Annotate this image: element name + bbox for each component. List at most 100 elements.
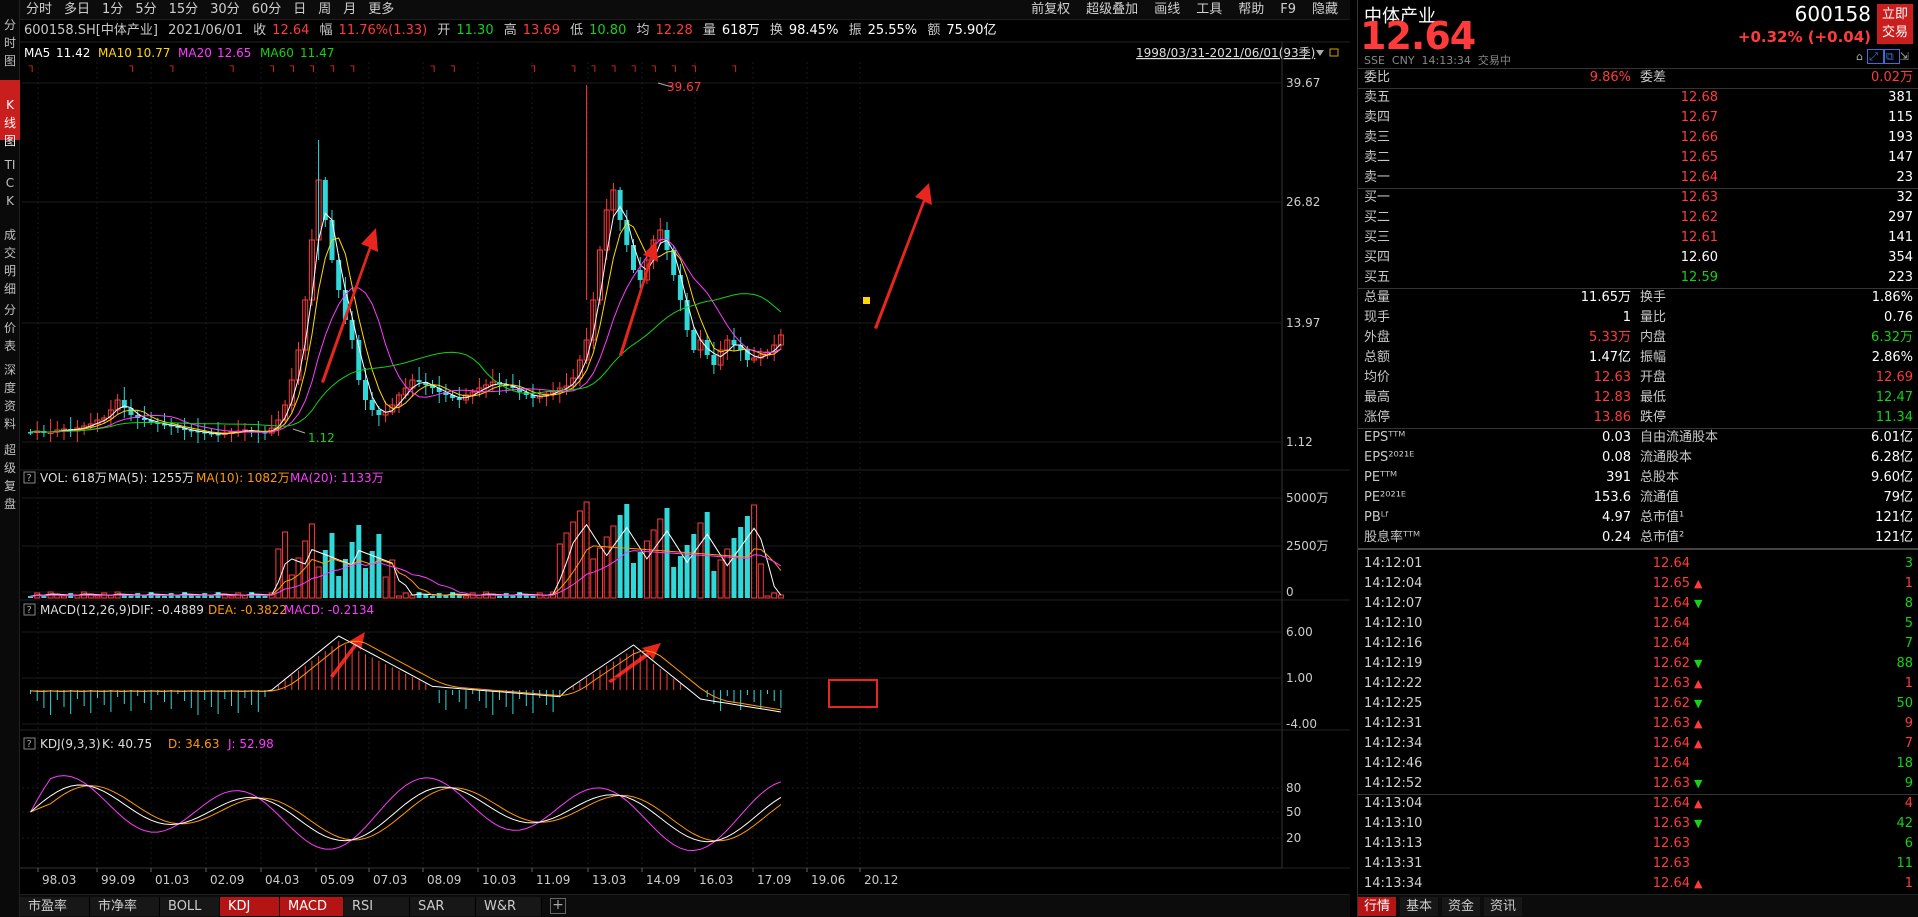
quote-tab[interactable]: 资金: [1442, 897, 1481, 916]
volume-bars: [28, 501, 784, 599]
event-marker: ᒣ: [289, 65, 295, 75]
indicator-tab[interactable]: KDJ: [220, 897, 280, 916]
indicator-tab[interactable]: RSI: [344, 897, 410, 916]
expand-icon[interactable]: ⤢: [1867, 49, 1884, 64]
volume-bar: [402, 592, 409, 599]
volume-bar: [315, 566, 322, 599]
row-value-2: 0.02万: [1871, 70, 1913, 85]
up-arrow-icon: ▲: [1694, 717, 1703, 730]
tick-row: 14:13:04 12.64 ▲ 4: [1358, 794, 1918, 814]
kline-chart-area[interactable]: MA5 11.42 MA10 10.77 MA20 12.65 MA60 11.…: [20, 0, 1350, 894]
event-marker: ᒣ: [129, 65, 135, 75]
nav-2[interactable]: TICK: [0, 140, 20, 210]
row-label-2: 最低: [1640, 390, 1667, 405]
quote-row: 股息率ᵀᵀᴹ 0.24 总市值² 121亿: [1358, 528, 1918, 548]
volume-bar: [195, 596, 201, 598]
quote-row: 均价 12.63 开盘 12.69: [1358, 368, 1918, 388]
bid-price: 12.61: [1680, 230, 1718, 245]
row-value: 9.86%: [1589, 70, 1631, 85]
trade-button[interactable]: 立即交易: [1877, 4, 1913, 44]
kdj-lines: [30, 775, 782, 852]
x-tick-label: 19.06: [811, 873, 845, 887]
volume-bar: [764, 595, 771, 599]
kdj-j: J: 52.98: [227, 737, 274, 751]
candle-body: [684, 300, 690, 330]
row-value-2: 1.86%: [1871, 290, 1913, 305]
panel-tool-icons: ⌂ ⤢ ⧉ ⇲: [1856, 49, 1913, 64]
nav-5[interactable]: 深度资料: [0, 345, 20, 431]
quote-tab[interactable]: 基本: [1400, 897, 1439, 916]
tick-row: 14:13:34 12.64 ▲ 1: [1358, 874, 1918, 894]
chart-grid: [20, 41, 1350, 869]
lock-icon[interactable]: [1329, 48, 1339, 57]
volume-bar: [416, 592, 422, 598]
row-value: 0.03: [1602, 430, 1631, 445]
row-value-2: 12.69: [1875, 370, 1913, 385]
x-tick-label: 01.03: [155, 873, 189, 887]
up-arrow-icon: ▲: [1694, 677, 1703, 690]
row-value-2: 9.60亿: [1871, 470, 1913, 485]
nav-1[interactable]: K线图: [0, 80, 20, 148]
macd-tick-label: 1.00: [1286, 671, 1313, 685]
x-axis: 98.03 99.09 01.03 02.09 04.03 05.09 07.03 08.09…: [20, 867, 1282, 887]
trade-button-label: 立即交易: [1881, 7, 1908, 40]
macd-value: MACD: -0.2134: [284, 603, 374, 617]
macd-legend: ? MACD(12,26,9) DIF: -0.4889 DEA: -0.382…: [23, 603, 374, 617]
highlight-box: [828, 679, 878, 708]
indicator-tab[interactable]: 市盈率: [20, 897, 90, 916]
quote-row: PEᵀᵀᴹ 391 总股本 9.60亿: [1358, 468, 1918, 488]
quote-tab[interactable]: 行情: [1358, 897, 1397, 916]
popout-icon[interactable]: ⧉: [1883, 49, 1900, 64]
candle-body: [637, 270, 643, 280]
quote-row: EPS²⁰²¹ᴱ 0.08 流通股本 6.28亿: [1358, 448, 1918, 468]
bid-row: 买二 12.62 297: [1358, 208, 1918, 228]
tick-row: 14:12:22 12.63 ▲ 1: [1358, 674, 1918, 694]
date-range-label[interactable]: 1998/03/31-2021/06/01(93季): [1136, 46, 1315, 60]
up-arrow-icon: ▲: [1694, 877, 1703, 890]
dock-icon[interactable]: ⇲: [1900, 50, 1913, 63]
indicator-tab[interactable]: 市净率: [90, 897, 160, 916]
macd-yaxis: 6.00 1.00 -4.00: [22, 625, 1317, 731]
volume-bar: [624, 504, 630, 598]
row-label-2: 量比: [1640, 310, 1667, 325]
nav-6[interactable]: 超级复盘: [0, 425, 20, 511]
ma20-label: MA20: [178, 46, 212, 60]
draw-icon[interactable]: ⌂: [1856, 50, 1867, 63]
y-tick-label: 1.12: [1286, 435, 1313, 449]
add-tab-button[interactable]: +: [550, 898, 566, 914]
quote-row: 最高 12.83 最低 12.47: [1358, 388, 1918, 408]
trend-arrows: [321, 183, 932, 683]
indicator-tab[interactable]: MACD: [280, 897, 344, 916]
low-annotation: 1.12: [308, 431, 335, 445]
nav-0[interactable]: 分时图: [0, 0, 20, 70]
event-marker: ᒣ: [330, 65, 336, 75]
indicator-tab[interactable]: W&R: [476, 897, 542, 916]
volume-bar: [711, 571, 717, 598]
volume-bar: [671, 567, 677, 598]
nav-3[interactable]: 成交明细: [0, 210, 20, 296]
bid-price: 12.59: [1680, 270, 1718, 285]
nav-label: 深度资料: [3, 363, 16, 431]
row-value: 0.24: [1602, 530, 1631, 545]
volume-bar: [576, 510, 583, 599]
candle-body: [363, 380, 368, 400]
macd-dea: DEA: -0.3822: [208, 603, 287, 617]
up-arrow-2: [619, 241, 658, 356]
quote-tab[interactable]: 资讯: [1484, 897, 1523, 916]
quote-row: EPSᵀᵀᴹ 0.03 自由流通股本 6.01亿: [1358, 428, 1918, 448]
nav-4[interactable]: 分价表: [0, 285, 20, 353]
indicator-tab[interactable]: BOLL: [160, 897, 220, 916]
volume-bar: [677, 556, 683, 598]
macd-name: MACD(12,26,9): [40, 603, 131, 617]
row-label-2: 委差: [1640, 70, 1667, 85]
high-annotation: 39.67: [667, 80, 701, 94]
ask-price: 12.64: [1680, 170, 1718, 185]
ma60-label: MA60: [260, 46, 294, 60]
row-value: 1.47亿: [1589, 350, 1631, 365]
quote-header: 中体产业 600158 立即交易 12.64 +0.32% (+0.04) SS…: [1358, 0, 1918, 68]
vol-tick-label: 5000万: [1286, 491, 1329, 505]
range-dropdown-icon[interactable]: [1316, 50, 1324, 56]
event-marker: ᒣ: [450, 65, 456, 75]
indicator-tab[interactable]: SAR: [410, 897, 476, 916]
volume-bar: [336, 576, 342, 598]
